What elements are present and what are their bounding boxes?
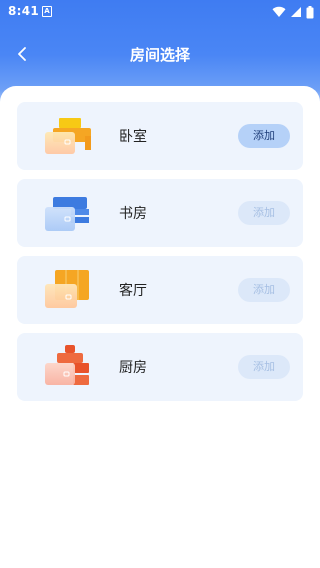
- add-kitchen-button[interactable]: 添加: [238, 355, 290, 379]
- header: 房间选择: [0, 24, 320, 84]
- room-label-bedroom: 卧室: [119, 129, 147, 145]
- room-card-living-room[interactable]: 客厅 添加: [17, 256, 303, 324]
- status-icons: [272, 5, 314, 19]
- add-bedroom-button[interactable]: 添加: [238, 124, 290, 148]
- battery-icon: [306, 5, 314, 18]
- add-living-room-button[interactable]: 添加: [238, 278, 290, 302]
- notification-icon: A: [42, 6, 52, 17]
- add-study-button[interactable]: 添加: [238, 201, 290, 225]
- room-label-study: 书房: [119, 206, 147, 222]
- study-icon: [45, 197, 89, 231]
- kitchen-icon: [45, 345, 89, 385]
- room-label-kitchen: 厨房: [119, 360, 147, 376]
- room-card-study[interactable]: 书房 添加: [17, 179, 303, 247]
- room-card-kitchen[interactable]: 厨房 添加: [17, 333, 303, 401]
- status-time: 8:41: [8, 4, 40, 18]
- wifi-icon: [272, 6, 286, 18]
- room-list: 卧室 添加 书房 添加 客厅 添加 厨房 添加: [0, 86, 320, 568]
- room-card-bedroom[interactable]: 卧室 添加: [17, 102, 303, 170]
- signal-icon: [291, 7, 301, 17]
- page-title: 房间选择: [129, 46, 190, 64]
- living-room-icon: [45, 270, 89, 308]
- room-label-living-room: 客厅: [119, 283, 147, 299]
- bedroom-icon: [45, 118, 91, 154]
- status-bar: 8:41 A: [0, 0, 320, 24]
